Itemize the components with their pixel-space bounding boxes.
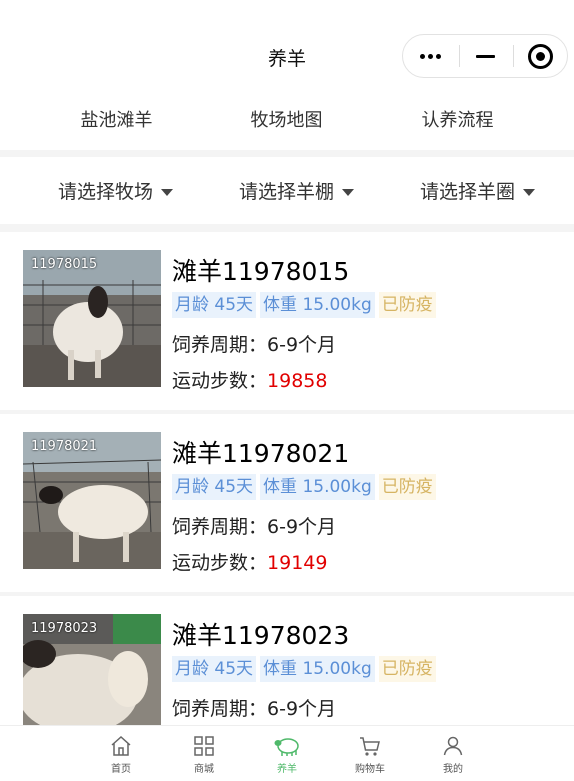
step-count-value: 19858 [267, 370, 328, 392]
filter-bar: 请选择牧场 请选择羊棚 请选择羊圈 [0, 157, 574, 224]
feeding-period: 饲养周期：6-9个月 [172, 512, 336, 539]
age-badge: 月龄 45天 [172, 292, 257, 318]
more-icon[interactable] [403, 35, 459, 77]
sheep-badges: 月龄 45天 体重 15.00kg 已防疫 [172, 292, 440, 318]
tabbar-cart-label: 购物车 [355, 764, 385, 775]
minimize-icon[interactable] [465, 35, 509, 77]
step-count-value: 19149 [267, 552, 328, 574]
user-icon [443, 736, 463, 756]
tabbar-home[interactable]: 首页 [81, 734, 161, 775]
cart-icon [360, 737, 380, 756]
ranch-select[interactable]: 请选择牧场 [20, 177, 211, 204]
feeding-period-value: 6-9个月 [267, 698, 337, 720]
close-icon[interactable] [519, 35, 563, 77]
home-icon [111, 735, 131, 756]
shed-select-label: 请选择羊棚 [238, 181, 334, 203]
chevron-down-icon [342, 189, 354, 196]
age-badge: 月龄 45天 [172, 656, 257, 682]
feeding-period-value: 6-9个月 [267, 334, 337, 356]
vaccinated-badge: 已防疫 [378, 292, 436, 318]
step-count: 运动步数：19149 [172, 548, 327, 575]
tabbar-mall[interactable]: 商城 [164, 734, 244, 775]
sheep-card[interactable]: 11978021 滩羊11978021 月龄 45天 体重 15.00kg 已防疫 … [0, 414, 574, 592]
sheep-badges: 月龄 45天 体重 15.00kg 已防疫 [172, 656, 440, 682]
sheep-name: 滩羊11978015 [172, 257, 350, 286]
sheep-photo-tag: 11978015 [31, 257, 98, 272]
pen-select[interactable]: 请选择羊圈 [382, 177, 573, 204]
tabbar-mall-label: 商城 [194, 764, 214, 775]
tabbar-mine-label: 我的 [443, 764, 463, 775]
feeding-period-label: 饲养周期： [172, 334, 268, 356]
sheep-name: 滩羊11978023 [172, 621, 350, 650]
step-count: 运动步数：19858 [172, 366, 327, 393]
sheep-icon [274, 738, 299, 756]
age-badge: 月龄 45天 [172, 474, 257, 500]
ranch-select-label: 请选择牧场 [57, 181, 153, 203]
tabbar-cart[interactable]: 购物车 [330, 734, 410, 775]
chevron-down-icon [161, 189, 173, 196]
feeding-period: 饲养周期：6-9个月 [172, 330, 336, 357]
tab-ranch-map[interactable]: 牧场地图 [191, 106, 382, 132]
tab-adoption-process[interactable]: 认养流程 [362, 106, 553, 132]
vaccinated-badge: 已防疫 [378, 656, 436, 682]
sheep-badges: 月龄 45天 体重 15.00kg 已防疫 [172, 474, 440, 500]
mini-program-capsule [402, 34, 568, 78]
sheep-photo: 11978021 [23, 432, 161, 569]
navigation-bar: 养羊 [0, 0, 574, 92]
capsule-divider [459, 45, 460, 67]
sheep-photo: 11978015 [23, 250, 161, 387]
category-tabs: 盐池滩羊 牧场地图 认养流程 [0, 92, 574, 150]
feeding-period-label: 饲养周期： [172, 698, 268, 720]
shed-select[interactable]: 请选择羊棚 [201, 177, 392, 204]
weight-badge: 体重 15.00kg [260, 292, 375, 318]
capsule-divider [513, 45, 514, 67]
tabbar-home-label: 首页 [111, 764, 131, 775]
grid-icon [194, 736, 214, 756]
vaccinated-badge: 已防疫 [378, 474, 436, 500]
tabbar-raise-sheep[interactable]: 养羊 [247, 734, 327, 775]
feeding-period-value: 6-9个月 [267, 516, 337, 538]
step-count-label: 运动步数： [172, 370, 268, 392]
feeding-period: 饲养周期：6-9个月 [172, 694, 336, 721]
step-count-label: 运动步数： [172, 552, 268, 574]
weight-badge: 体重 15.00kg [260, 474, 375, 500]
pen-select-label: 请选择羊圈 [419, 181, 515, 203]
tab-yanchi-sheep[interactable]: 盐池滩羊 [21, 106, 212, 132]
sheep-photo-tag: 11978021 [31, 439, 98, 454]
sheep-card[interactable]: 11978015 滩羊11978015 月龄 45天 体重 15.00kg 已防疫 … [0, 232, 574, 410]
feeding-period-label: 饲养周期： [172, 516, 268, 538]
sheep-name: 滩羊11978021 [172, 439, 350, 468]
weight-badge: 体重 15.00kg [260, 656, 375, 682]
chevron-down-icon [523, 189, 535, 196]
tabbar-raise-sheep-label: 养羊 [277, 764, 297, 775]
tabbar-mine[interactable]: 我的 [413, 734, 493, 775]
bottom-tab-bar: 首页 商城 养羊 购物车 我的 [0, 725, 574, 781]
sheep-photo-tag: 11978023 [31, 621, 98, 636]
